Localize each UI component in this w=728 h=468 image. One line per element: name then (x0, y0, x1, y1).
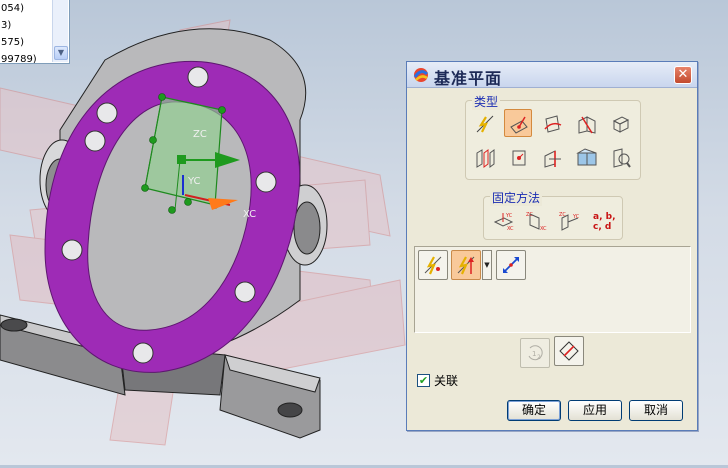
reverse-direction-button[interactable] (496, 250, 526, 280)
axis-label-xc: XC (243, 209, 256, 220)
angle-planes-icon (578, 116, 596, 134)
fixed-method-group: 固定方法 YC XC ZC XC ZC YC a, b, c, d (483, 189, 623, 240)
app-logo-icon (413, 68, 429, 82)
type-point-direction-button[interactable] (504, 109, 532, 137)
type-tangent-button[interactable] (504, 143, 532, 171)
svg-text:a, b,: a, b, (593, 212, 616, 222)
ok-button[interactable]: 确定 (507, 400, 561, 421)
direction-dropdown[interactable]: ▼ (482, 250, 492, 280)
cube-plane-icon (612, 116, 630, 133)
svg-text:ZC: ZC (559, 212, 566, 218)
reverse-direction-icon (503, 257, 519, 273)
axis-label-zc: ZC (193, 129, 207, 140)
xc-zc-plane-icon: ZC XC (526, 212, 547, 232)
alternate-plane-icon (559, 341, 579, 361)
type-on-curve-button[interactable] (538, 109, 566, 137)
direction-select-icon (457, 256, 475, 275)
abcd-coefficients-icon: a, b, c, d (593, 212, 616, 232)
selection-panel: ▼ (414, 246, 691, 333)
fixed-xc-zc-button[interactable]: ZC XC (521, 206, 549, 234)
xc-yc-plane-icon: YC XC (493, 213, 514, 232)
fixed-xc-yc-button[interactable]: YC XC (488, 206, 516, 234)
dialog-titlebar[interactable]: 基准平面 ✕ (407, 62, 697, 88)
cycle-solutions-button[interactable]: 12 (520, 338, 550, 368)
type-at-angle-button[interactable] (572, 109, 600, 137)
fixed-abcd-button[interactable]: a, b, c, d (588, 206, 616, 234)
cycle-icon: 12 (528, 345, 543, 361)
yc-zc-plane-icon: ZC YC (559, 212, 580, 231)
object-plane-icon (544, 150, 561, 168)
alternate-solution-button[interactable] (554, 336, 584, 366)
vertical-scrollbar[interactable]: ▼ (52, 0, 68, 62)
plane-on-curve-icon (544, 115, 562, 133)
svg-text:2: 2 (537, 354, 541, 361)
select-direction-button[interactable] (451, 250, 481, 280)
view-plane-icon (576, 148, 597, 166)
magnifier-plane-icon (613, 148, 631, 168)
type-inferred-button[interactable] (470, 109, 498, 137)
svg-text:ZC: ZC (526, 212, 533, 218)
scroll-down-button[interactable]: ▼ (54, 46, 68, 60)
apply-button[interactable]: 应用 (568, 400, 622, 421)
type-group: 类型 (465, 93, 641, 180)
select-objects-icon (424, 256, 442, 275)
datum-plane-dialog: 基准平面 ✕ 类型 固定方法 YC XC ZC XC ZC YC a, b, c… (406, 61, 698, 431)
close-button[interactable]: ✕ (674, 66, 692, 84)
type-box-plane-button[interactable] (606, 109, 634, 137)
type-view-plane-button[interactable] (572, 143, 600, 171)
point-direction-icon (510, 116, 528, 134)
associative-checkbox[interactable]: ✔ (417, 374, 430, 387)
svg-text:XC: XC (540, 226, 547, 232)
bisector-planes-icon (476, 149, 495, 168)
dialog-title: 基准平面 (434, 69, 503, 88)
type-coefficients-button[interactable] (606, 143, 634, 171)
svg-text:XC: XC (507, 226, 514, 232)
type-group-label: 类型 (472, 93, 501, 110)
svg-text:c, d: c, d (593, 222, 611, 232)
select-object-button[interactable] (418, 250, 448, 280)
associative-label: 关联 (434, 374, 459, 388)
svg-text:1: 1 (532, 350, 536, 358)
cancel-button[interactable]: 取消 (629, 400, 683, 421)
svg-text:YC: YC (572, 214, 580, 220)
svg-text:YC: YC (505, 213, 513, 219)
part-navigator-list[interactable]: 054) 3) 575) 99789) ▼ (0, 0, 70, 64)
fixed-method-group-label: 固定方法 (490, 189, 543, 206)
type-bisector-button[interactable] (470, 143, 498, 171)
lightning-plane-icon (476, 115, 494, 133)
tangent-plane-icon (512, 150, 526, 166)
type-through-object-button[interactable] (538, 143, 566, 171)
axis-label-yc: YC (187, 176, 201, 187)
fixed-yc-zc-button[interactable]: ZC YC (554, 206, 582, 234)
